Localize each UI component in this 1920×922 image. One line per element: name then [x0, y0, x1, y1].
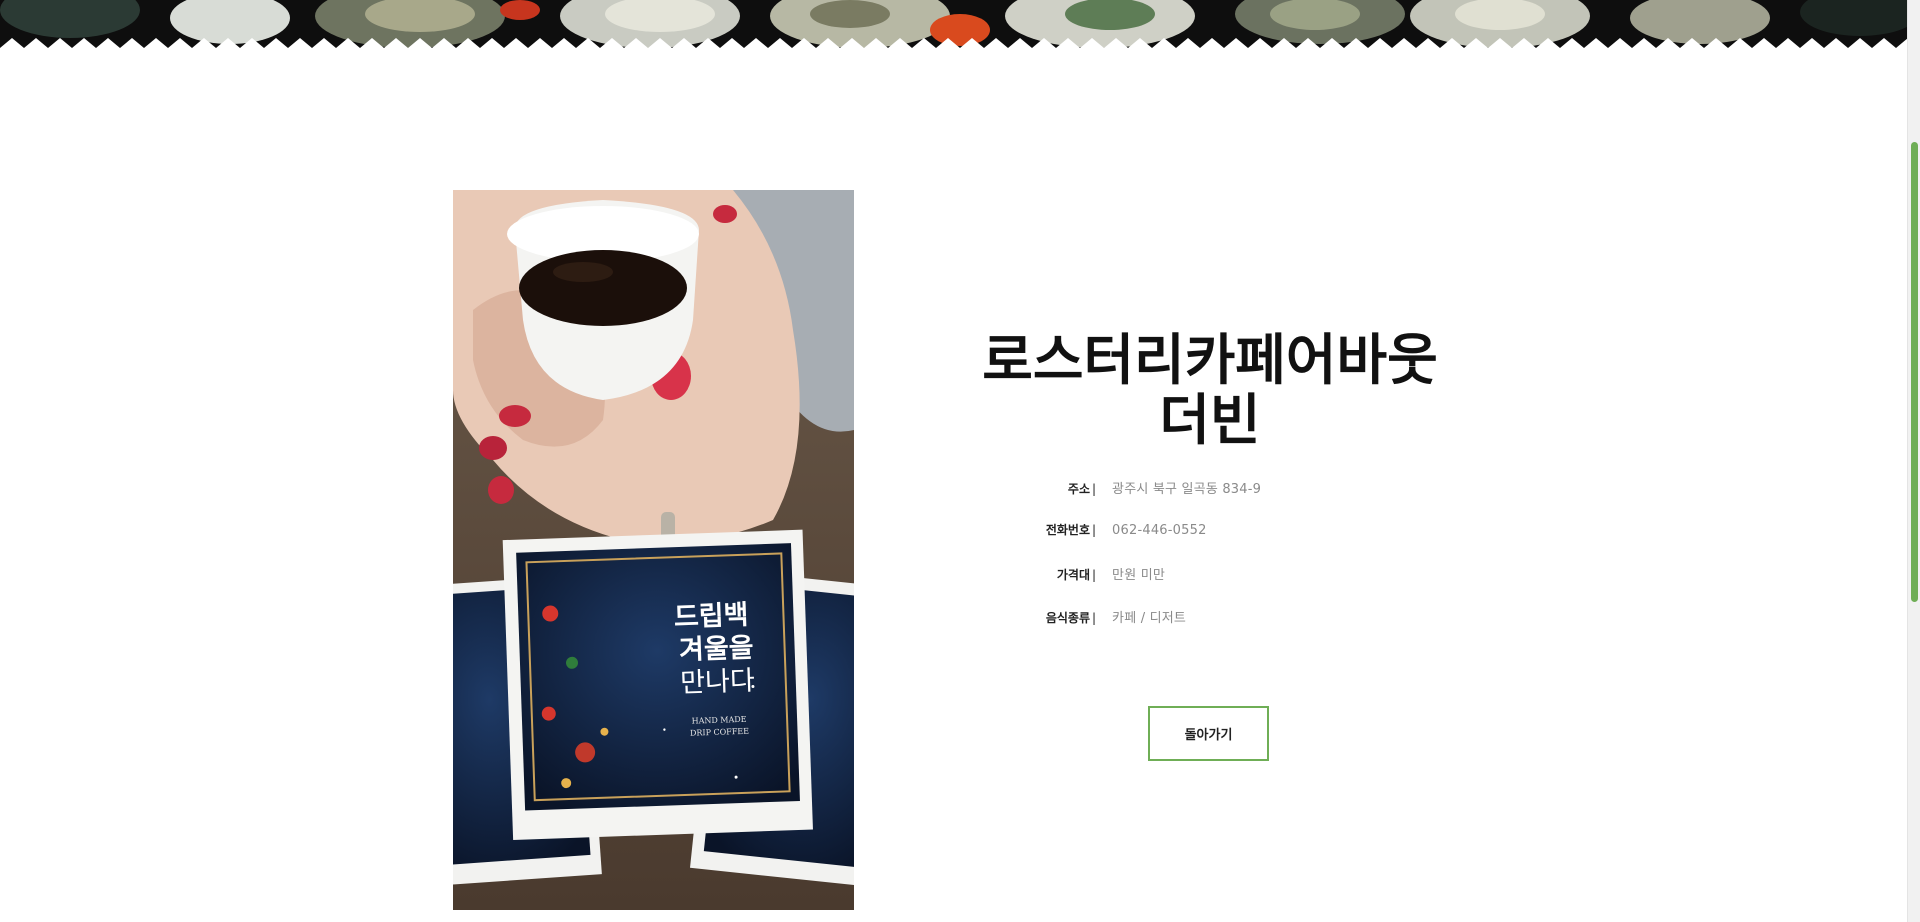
separator: | — [1092, 568, 1097, 582]
title-line-1: 로스터리카페어바웃 — [982, 328, 1438, 392]
packet-text-3: 만나다 — [680, 665, 756, 699]
food-type-label: 음식종류 — [1045, 611, 1090, 625]
details-list: 주소 | 광주시 북구 일곡동 834-9 전화번호 | 062-446-055… — [940, 478, 1480, 650]
scrollbar-thumb[interactable] — [1911, 142, 1918, 602]
phone-value: 062-446-0552 — [1112, 523, 1207, 538]
title-line-2: 더빈 — [1159, 388, 1261, 452]
price-value: 만원 미만 — [1112, 568, 1166, 583]
price-label: 가격대 — [1056, 568, 1090, 582]
detail-row-address: 주소 | 광주시 북구 일곡동 834-9 — [940, 478, 1480, 521]
oyster-platter-image — [0, 0, 1908, 58]
page: 드립백 겨울을 만나다 HAND MADE DRIP COFFEE 로스터리카페… — [0, 0, 1920, 922]
food-type-value: 카페 / 디저트 — [1112, 611, 1187, 626]
address-value: 광주시 북구 일곡동 834-9 — [1112, 482, 1262, 497]
detail-row-phone: 전화번호 | 062-446-0552 — [940, 521, 1480, 564]
packet-subtext-1: HAND MADE — [691, 715, 746, 726]
detail-row-price: 가격대 | 만원 미만 — [940, 564, 1480, 607]
packet-text-1: 드립백 — [673, 600, 749, 634]
restaurant-info: 로스터리카페어바웃 더빈 주소 | 광주시 북구 일곡동 834-9 전화번호 … — [940, 330, 1480, 650]
packet-text-2: 겨울을 — [679, 632, 755, 666]
scrollbar[interactable] — [1907, 0, 1920, 922]
address-label: 주소 — [1067, 482, 1090, 496]
separator: | — [1092, 611, 1097, 625]
back-button[interactable]: 돌아가기 — [1148, 706, 1269, 761]
detail-row-food-type: 음식종류 | 카페 / 디저트 — [940, 607, 1480, 650]
cafe-photo: 드립백 겨울을 만나다 HAND MADE DRIP COFFEE — [453, 190, 854, 910]
coffee-drip-bag-photo: 드립백 겨울을 만나다 HAND MADE DRIP COFFEE — [453, 190, 854, 910]
restaurant-title: 로스터리카페어바웃 더빈 — [940, 330, 1480, 450]
header-banner-image — [0, 0, 1908, 58]
separator: | — [1092, 482, 1097, 496]
separator: | — [1092, 523, 1097, 537]
phone-label: 전화번호 — [1045, 523, 1090, 537]
